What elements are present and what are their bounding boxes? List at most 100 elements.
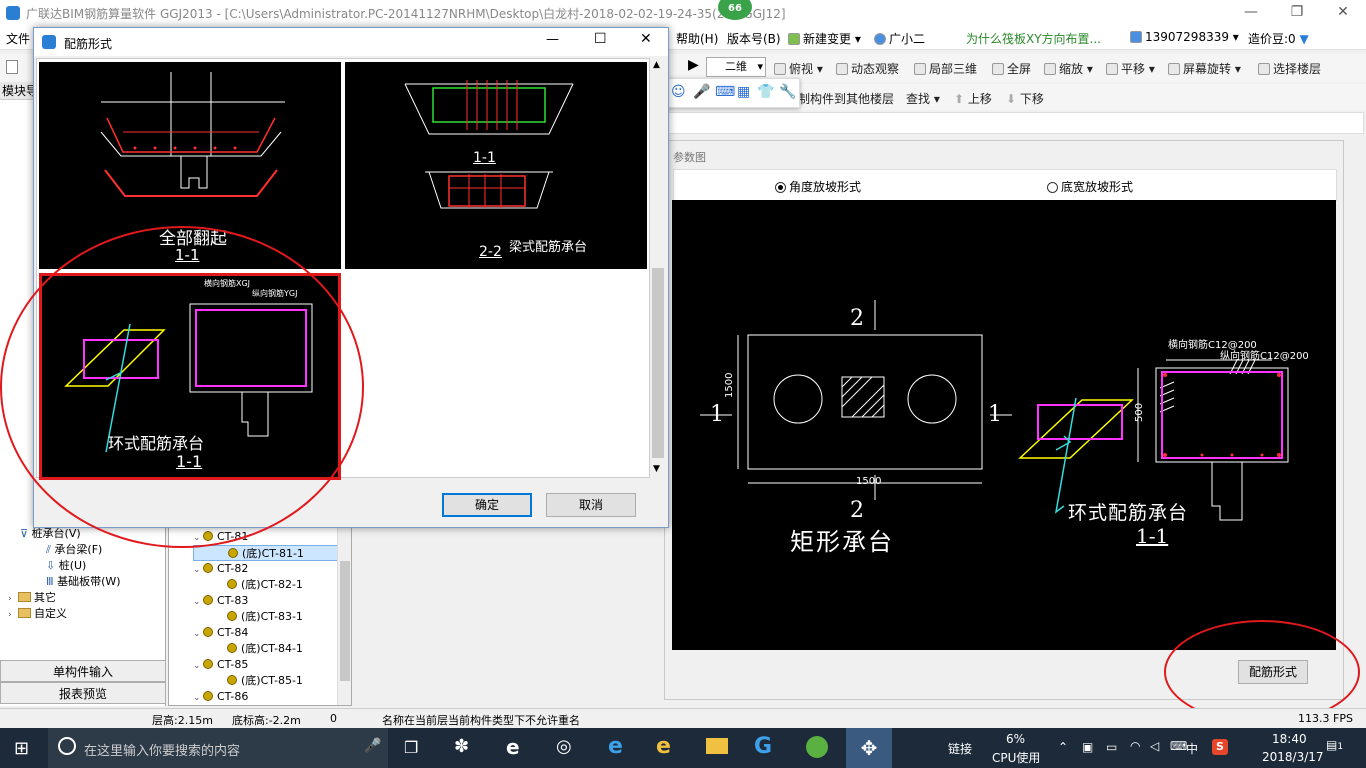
green-app-icon[interactable] (806, 736, 828, 758)
ime-tools-icon[interactable]: 🔧 (779, 84, 796, 100)
guangxiaoer-label: 广小二 (889, 32, 926, 46)
rotate-button[interactable]: 屏幕旋转 ▾ (1168, 60, 1241, 77)
ime-keyboard-icon[interactable]: ⌨ (715, 84, 735, 100)
tray-app-icon[interactable]: ▣ (1082, 740, 1093, 754)
tree-row[interactable]: ⌄ CT-83 (193, 593, 351, 609)
tree-row[interactable]: ⌄ CT-85 (193, 657, 351, 673)
scroll-down-icon[interactable]: ▼ (653, 464, 660, 474)
taskbar-search[interactable]: 在这里输入你要搜索的内容 🎤 (48, 728, 388, 768)
explorer-icon[interactable] (706, 738, 728, 754)
single-input-button[interactable]: 单构件输入 (0, 660, 166, 682)
dialog-close-icon[interactable]: ✕ (640, 31, 652, 47)
tree-row[interactable]: (底)CT-83-1 (193, 609, 351, 625)
pile-cap-icon: ⊽ (20, 527, 29, 540)
dialog-minimize-icon[interactable]: — (546, 32, 559, 47)
tree-row[interactable]: (底)CT-81-1 (193, 545, 351, 561)
new-change-button[interactable]: 新建变更 ▾ (788, 30, 861, 47)
menu-file[interactable]: 文件 (6, 30, 30, 47)
expand-icon[interactable]: › (8, 607, 18, 623)
radio-width[interactable]: 底宽放坡形式 (1047, 178, 1133, 195)
menu-version[interactable]: 版本号(B) (727, 30, 781, 47)
tree-scrollbar[interactable] (337, 521, 351, 705)
report-preview-button[interactable]: 报表预览 (0, 682, 166, 704)
module-item-custom[interactable]: › 自定义 (8, 606, 164, 622)
ime-voice-icon[interactable]: 🎤 (693, 84, 710, 100)
tree-row[interactable]: (底)CT-84-1 (193, 641, 351, 657)
arrow-right-icon[interactable]: ▶ (688, 57, 699, 73)
active-app-icon[interactable]: ✥ (846, 728, 892, 768)
task-view-icon[interactable]: ❐ (404, 738, 418, 757)
collapse-icon[interactable]: ⌄ (193, 594, 203, 610)
view-mode-select[interactable]: 二维 ▾ (706, 57, 766, 77)
guangxiaoer-button[interactable]: 广小二 (874, 30, 925, 47)
collapse-icon[interactable]: ⌄ (193, 626, 203, 642)
edge-icon[interactable]: e (506, 735, 520, 759)
module-item-other[interactable]: › 其它 (8, 590, 164, 606)
battery-icon[interactable]: ▭ (1106, 740, 1117, 754)
sogou-tray-icon[interactable]: S (1212, 739, 1228, 755)
keyboard-icon[interactable]: ⌨ (1170, 739, 1187, 753)
dialog-maximize-icon[interactable]: ☐ (594, 31, 607, 47)
collapse-icon[interactable]: ⌄ (193, 562, 203, 578)
scroll-thumb[interactable] (340, 561, 350, 681)
scroll-up-icon[interactable]: ▲ (653, 60, 660, 70)
notification-icon[interactable]: ▤1 (1326, 738, 1343, 752)
dynamic-view-button[interactable]: 动态观察 (836, 60, 899, 77)
tray-link[interactable]: 链接 (948, 740, 972, 757)
tree-row-label: CT-82 (217, 562, 249, 575)
bottom-elevation: 底标高:-2.2m (232, 714, 301, 727)
glodon-g-icon[interactable]: G (754, 734, 772, 759)
copy-to-floor-button[interactable]: 制构件到其他楼层 (798, 90, 894, 107)
module-item-strip[interactable]: Ⅲ 基础板带(W) (20, 574, 164, 590)
menu-help[interactable]: 帮助(H) (676, 30, 718, 47)
find-button[interactable]: 查找 ▾ (906, 90, 940, 107)
move-down-button[interactable]: ⬇ 下移 (1006, 90, 1044, 107)
browser-icon[interactable]: ◎ (556, 736, 572, 757)
ime-grid-icon[interactable]: ▦ (737, 84, 750, 100)
volume-icon[interactable]: ◁ (1150, 739, 1159, 753)
collapse-icon[interactable]: ⌄ (193, 690, 203, 706)
clock-date[interactable]: 2018/3/17 (1262, 750, 1324, 764)
close-icon[interactable]: ✕ (1320, 0, 1366, 26)
tree-row[interactable]: (底)CT-82-1 (193, 577, 351, 593)
move-up-button[interactable]: ⬆ 上移 (954, 90, 992, 107)
pan-button[interactable]: 平移 ▾ (1106, 60, 1155, 77)
new-file-icon[interactable] (6, 60, 18, 74)
wifi-icon[interactable]: ◠ (1130, 739, 1140, 753)
user-account[interactable]: 13907298339 ▾ (1130, 30, 1239, 44)
question-link[interactable]: 为什么筏板XY方向布置... (966, 30, 1101, 47)
select-floor-button[interactable]: 选择楼层 (1258, 60, 1321, 77)
minimize-icon[interactable]: — (1228, 0, 1274, 26)
top-view-button[interactable]: 俯视 ▾ (774, 60, 823, 77)
dialog-scroll-thumb[interactable] (652, 268, 664, 458)
tree-row[interactable]: ⌄ CT-84 (193, 625, 351, 641)
restore-icon[interactable]: ❐ (1274, 0, 1320, 26)
tree-row[interactable]: (底)CT-85-1 (193, 673, 351, 689)
ie2-icon[interactable]: e (656, 734, 671, 759)
module-item-cap-beam[interactable]: ⫽ 承台梁(F) (20, 542, 164, 558)
ie-icon[interactable]: e (608, 734, 623, 759)
fullscreen-button[interactable]: 全屏 (992, 60, 1031, 77)
search-placeholder: 在这里输入你要搜索的内容 (84, 744, 241, 759)
tree-row[interactable]: ⌄ CT-82 (193, 561, 351, 577)
radio-angle[interactable]: 角度放坡形式 (775, 178, 861, 195)
tray-up-icon[interactable]: ⌃ (1058, 740, 1068, 754)
fan-app-icon[interactable]: ✽ (454, 736, 469, 757)
mic-icon[interactable]: 🎤 (364, 738, 381, 754)
section-1-1-label: 1-1 (1136, 524, 1169, 548)
clock-time[interactable]: 18:40 (1272, 732, 1307, 746)
cancel-button[interactable]: 取消 (546, 493, 636, 517)
local-3d-button[interactable]: 局部三维 (914, 60, 977, 77)
ime-emoji-icon[interactable]: ☺ (671, 84, 686, 100)
tree-row[interactable]: ⌄ CT-86 (193, 689, 351, 705)
expand-icon[interactable]: › (8, 591, 18, 607)
start-icon[interactable]: ⊞ (14, 738, 29, 759)
collapse-icon[interactable]: ⌄ (193, 658, 203, 674)
ok-button[interactable]: 确定 (442, 493, 532, 517)
dialog-scrollbar[interactable]: ▲ ▼ (650, 58, 666, 478)
ime-indicator[interactable]: 中 (1186, 740, 1198, 757)
module-item-pile[interactable]: ⇩ 桩(U) (20, 558, 164, 574)
thumb-beam-style[interactable]: 1-1 2-2 梁式配筋承台 (345, 62, 647, 269)
ime-skin-icon[interactable]: 👕 (757, 84, 774, 100)
zoom-button[interactable]: 缩放 ▾ (1044, 60, 1093, 77)
